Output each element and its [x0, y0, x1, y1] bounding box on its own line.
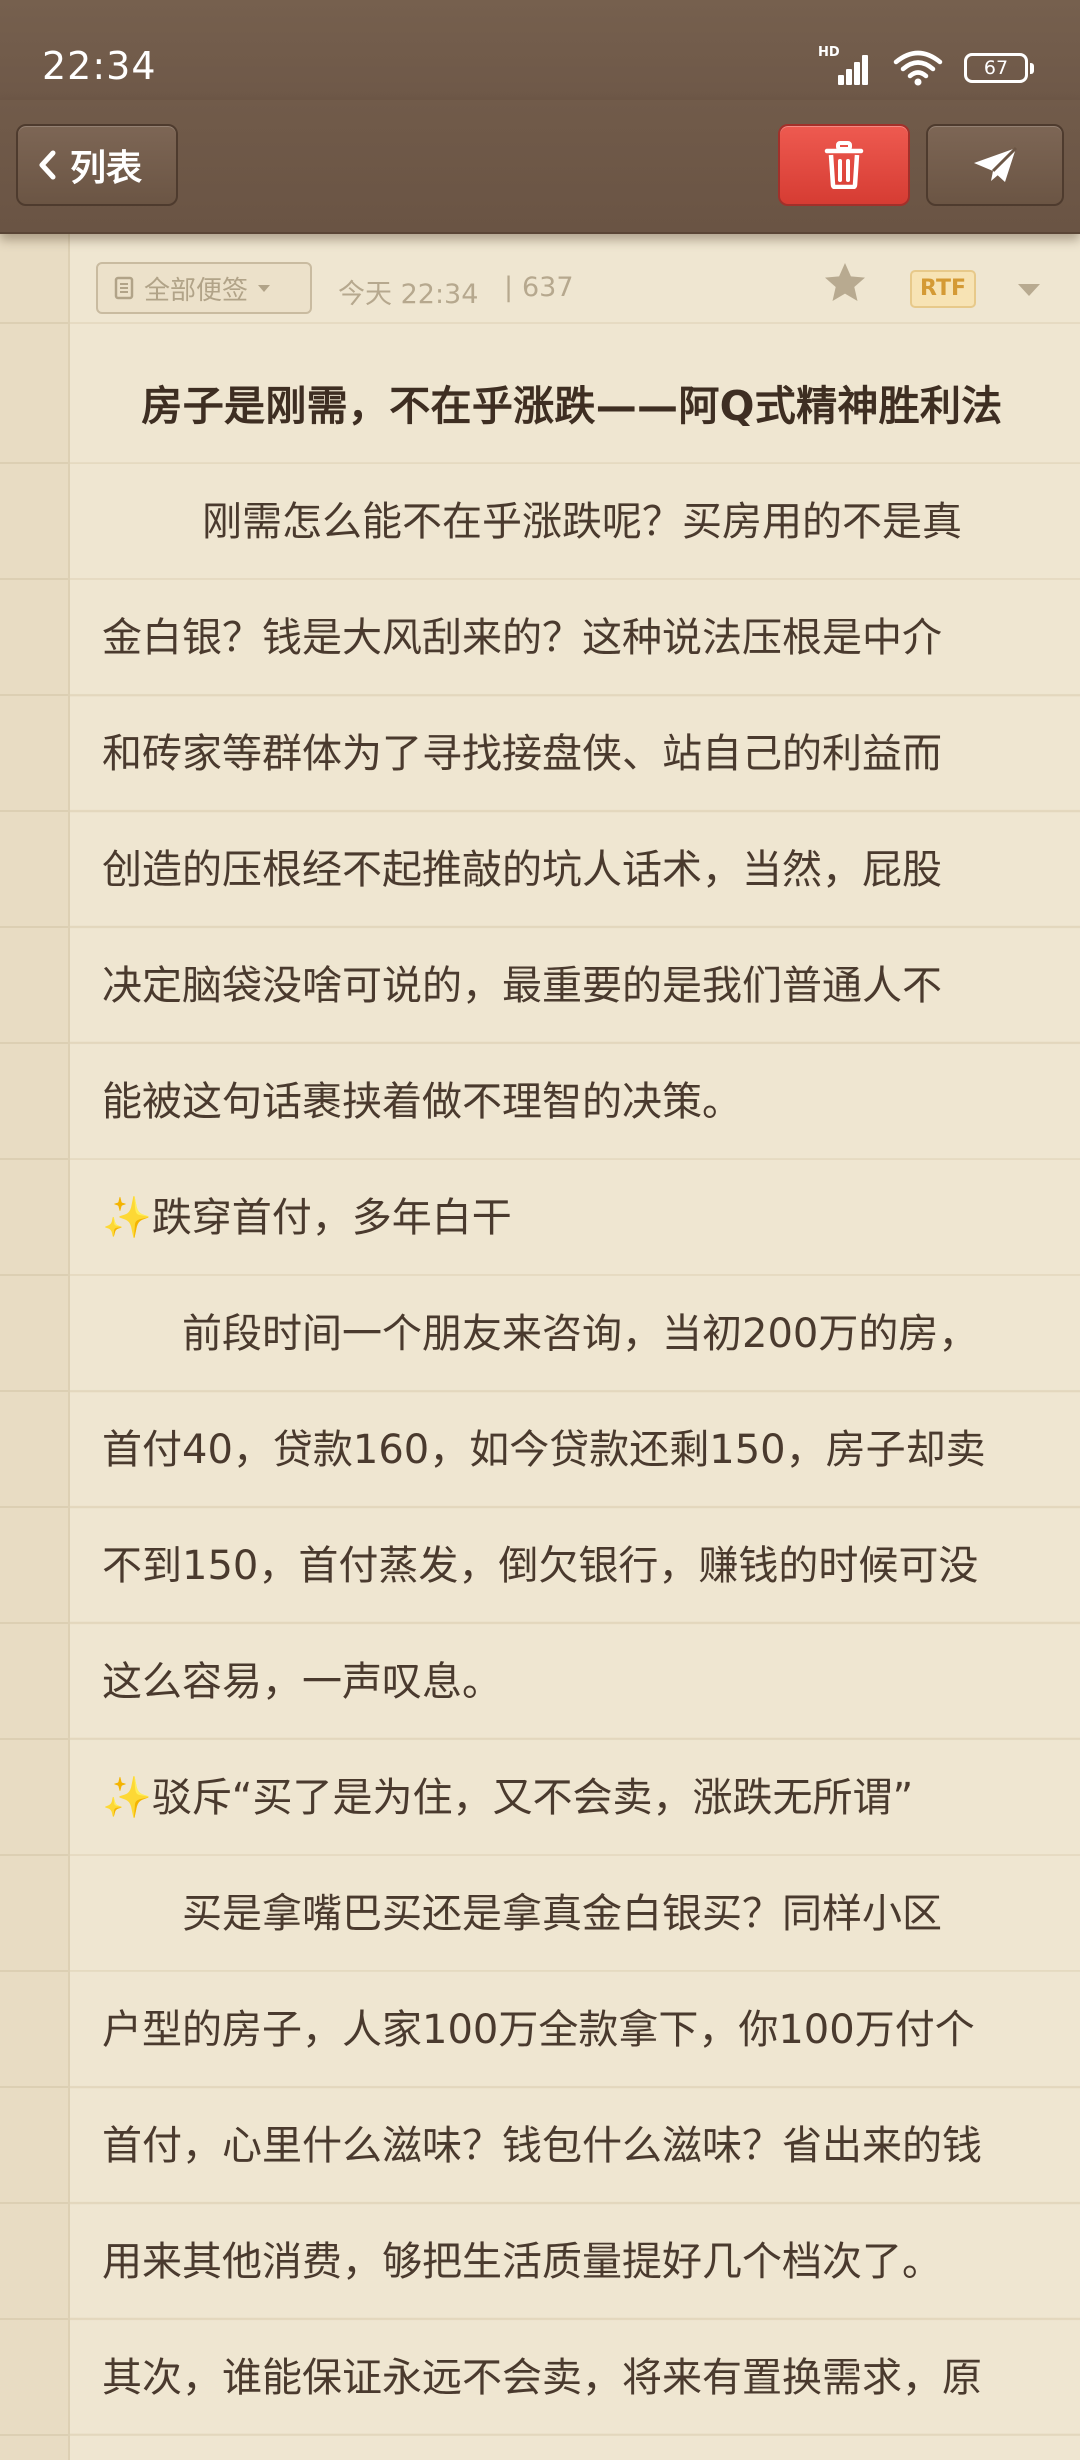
star-icon[interactable]: [822, 260, 868, 306]
screen: 22:34 HD 67 列表 全部便签 今天 22:34 | 637 RTF 房…: [0, 0, 1080, 2460]
char-count: 637: [522, 272, 574, 303]
chevron-down-icon: [258, 284, 271, 292]
network-label: HD: [818, 45, 840, 60]
section-heading: ✨跌穿首付，多年白干: [102, 1160, 1042, 1276]
folder-select[interactable]: 全部便签: [96, 262, 312, 314]
note-line: 决定脑袋没啥可说的，最重要的是我们普通人不: [102, 963, 942, 1009]
note-line: 刚需怎么能不在乎涨跌呢？买房用的不是真: [202, 499, 962, 545]
delete-button[interactable]: [778, 124, 910, 206]
signal-icon: HD: [818, 45, 872, 87]
note-line: 买是拿嘴巴买还是拿真金白银买？同样小区: [182, 1891, 942, 1937]
note-date: 今天 22:34: [338, 279, 479, 310]
note-line: 用来其他消费，够把生活质量提好几个档次了。: [102, 2239, 942, 2285]
status-icons: HD 67: [818, 45, 1034, 90]
note-line: 户型的房子，人家100万全款拿下，你100万付个: [102, 2007, 975, 2053]
status-bar: 22:34 HD 67: [0, 0, 1080, 100]
note-line: 不到150，首付蒸发，倒欠银行，赚钱的时候可没: [102, 1543, 979, 1589]
note-line: 其次，谁能保证永远不会卖，将来有置换需求，原: [102, 2355, 982, 2401]
status-time: 22:34: [42, 44, 157, 88]
note-line: 金白银？钱是大风刮来的？这种说法压根是中介: [102, 615, 942, 661]
note-line: 前段时间一个朋友来咨询，当初200万的房，: [182, 1311, 979, 1357]
note-line: 首付，心里什么滋味？钱包什么滋味？省出来的钱: [102, 2123, 982, 2169]
paper-margin: [0, 232, 70, 2460]
note-line: 这么容易，一声叹息。: [102, 1659, 502, 1705]
note-line: 和砖家等群体为了寻找接盘侠、站自己的利益而: [102, 731, 942, 777]
note-meta-row: 全部便签 今天 22:34 | 637 RTF: [70, 232, 1080, 348]
note-body[interactable]: 房子是刚需，不在乎涨跌——阿Q式精神胜利法 刚需怎么能不在乎涨跌呢？买房用的不是…: [102, 348, 1042, 2436]
send-icon: [974, 146, 1018, 182]
trash-icon: [824, 141, 864, 189]
note-line: 创造的压根经不起推敲的坑人话术，当然，屁股: [102, 847, 942, 893]
sparkle-icon: ✨: [102, 1775, 152, 1821]
note-title: 房子是刚需，不在乎涨跌——阿Q式精神胜利法: [141, 382, 1003, 430]
send-button[interactable]: [926, 124, 1064, 206]
meta-separator: |: [504, 272, 514, 303]
note-line: 能被这句话裹挟着做不理智的决策。: [102, 1079, 742, 1125]
more-options-icon[interactable]: [1018, 284, 1040, 296]
wifi-icon: [893, 50, 943, 86]
section-heading: ✨驳斥“买了是为住，又不会卖，涨跌无所谓”: [102, 1740, 1042, 1856]
section-heading-text: 跌穿首付，多年白干: [151, 1195, 512, 1241]
rtf-badge[interactable]: RTF: [910, 270, 976, 308]
chevron-left-icon: [39, 150, 56, 180]
note-icon: [114, 276, 134, 300]
toolbar: 列表: [0, 100, 1080, 234]
battery-icon: 67: [964, 53, 1034, 83]
folder-label: 全部便签: [144, 275, 249, 306]
section-heading-text: 驳斥“买了是为住，又不会卖，涨跌无所谓”: [151, 1775, 914, 1821]
note-line: 首付40，贷款160，如今贷款还剩150，房子却卖: [102, 1427, 986, 1473]
note-paper[interactable]: 全部便签 今天 22:34 | 637 RTF 房子是刚需，不在乎涨跌——阿Q式…: [0, 232, 1080, 2460]
back-button[interactable]: 列表: [16, 124, 178, 206]
sparkle-icon: ✨: [102, 1195, 152, 1241]
back-label: 列表: [70, 148, 143, 189]
